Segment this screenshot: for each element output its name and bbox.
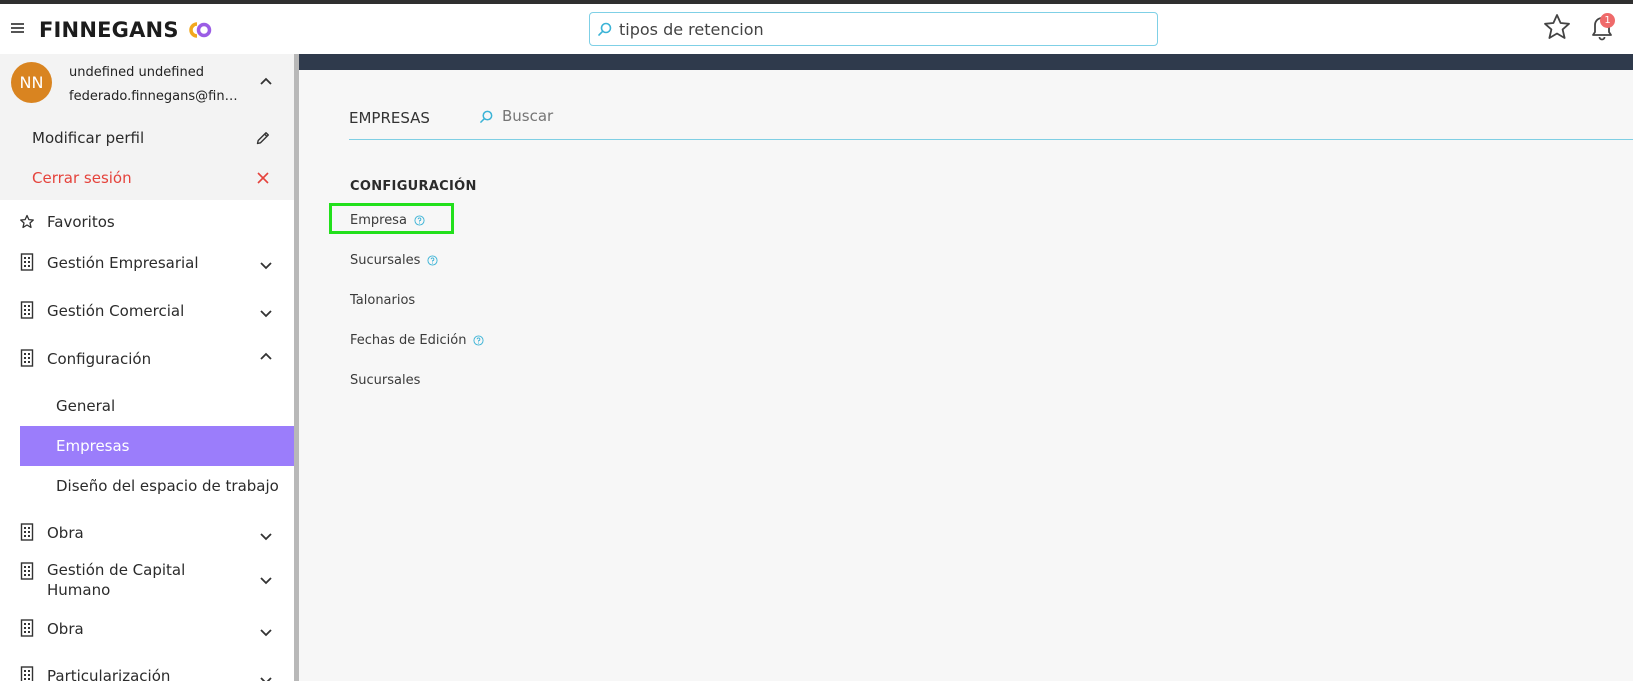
building-icon [20,562,34,580]
link-label: Talonarios [350,292,416,308]
sidebar-item-label: Particularización [47,667,171,681]
sidebar-item-label: Obra [47,620,84,638]
logout-button[interactable]: Cerrar sesión [0,158,294,198]
sidebar-item-capital-humano[interactable]: Gestión de Capital Humano [0,560,294,606]
link-label: Fechas de Edición [350,332,467,348]
close-icon [257,172,269,184]
section-title: EMPRESAS [349,109,430,127]
sidebar-subitem-diseno-espacio[interactable]: Diseño del espacio de trabajo [20,466,294,506]
help-icon[interactable] [427,254,438,266]
search-icon [480,110,493,123]
user-panel: NN undefined undefined federado.finnegan… [0,54,294,200]
chevron-up-icon[interactable] [258,74,274,90]
star-outline-icon [20,214,34,229]
menu-icon[interactable] [11,23,25,33]
top-bar: FINNEGANS [0,4,1633,54]
help-icon[interactable] [473,334,484,346]
sidebar-subitem-empresas[interactable]: Empresas [20,426,294,466]
chevron-down-icon [260,262,272,270]
edit-profile-label: Modificar perfil [32,129,145,147]
chevron-down-icon [260,310,272,318]
building-icon [20,666,34,681]
sidebar-subitem-general[interactable]: General [20,386,294,426]
building-icon [20,253,34,271]
user-name: undefined undefined [69,65,204,80]
section-search-input[interactable] [502,107,802,125]
edit-profile-button[interactable]: Modificar perfil [0,118,294,158]
chevron-down-icon [260,577,272,585]
sidebar-item-obra[interactable]: Obra [0,523,294,563]
building-icon [20,619,34,637]
help-icon[interactable] [414,214,425,226]
sidebar-item-label: Gestión Comercial [47,302,185,320]
sidebar-item-obra-2[interactable]: Obra [0,619,294,659]
sidebar-subitem-label: General [56,397,116,415]
sidebar: NN undefined undefined federado.finnegan… [0,54,294,681]
building-icon [20,349,34,367]
sidebar-item-particularizacion[interactable]: Particularización [0,666,294,681]
link-label: Sucursales [350,252,421,268]
section-header: EMPRESAS [349,94,1633,140]
favorite-star-icon[interactable] [1542,12,1572,42]
user-email: federado.finnegans@finnegans.com.ar [69,89,244,104]
link-sucursales-2[interactable]: Sucursales [350,370,420,390]
sidebar-item-favorites[interactable]: Favoritos [0,212,294,252]
link-fechas-edicion[interactable]: Fechas de Edición [350,330,484,350]
chevron-down-icon [260,677,272,681]
sidebar-item-gestion-empresarial[interactable]: Gestión Empresarial [0,253,294,299]
building-icon [20,301,34,319]
global-search-input[interactable] [619,19,1139,39]
chevron-up-icon [260,352,272,360]
sidebar-item-label: Gestión Empresarial [47,254,199,272]
header-band [299,54,1633,70]
sidebar-item-label: Configuración [47,350,152,368]
avatar[interactable]: NN [11,62,52,103]
sidebar-item-label: Obra [47,524,84,542]
sidebar-subitem-label: Empresas [56,437,130,455]
search-icon [598,22,612,36]
sidebar-subitem-label: Diseño del espacio de trabajo [56,477,279,495]
group-title: CONFIGURACIÓN [350,179,477,194]
chevron-down-icon [260,629,272,637]
global-search[interactable] [589,12,1158,46]
link-talonarios[interactable]: Talonarios [350,290,415,310]
section-search[interactable] [479,107,802,125]
brand-name: FINNEGANS [39,18,179,42]
pencil-icon [256,132,269,145]
link-label: Empresa [350,212,407,228]
brand-logo[interactable]: FINNEGANS [39,17,215,43]
building-icon [20,523,34,541]
sidebar-item-gestion-comercial[interactable]: Gestión Comercial [0,301,294,347]
brand-mark-icon [188,22,211,38]
link-empresa[interactable]: Empresa [350,210,425,230]
sidebar-item-label: Gestión de Capital Humano [47,561,186,599]
link-sucursales[interactable]: Sucursales [350,250,438,270]
sidebar-item-label: Favoritos [47,213,115,231]
link-label: Sucursales [350,372,421,388]
main-content: EMPRESAS CONFIGURACIÓN Empresa Sucursale… [299,54,1633,681]
logout-label: Cerrar sesión [32,169,132,187]
chevron-down-icon [260,533,272,541]
notification-badge: 1 [1600,13,1615,28]
